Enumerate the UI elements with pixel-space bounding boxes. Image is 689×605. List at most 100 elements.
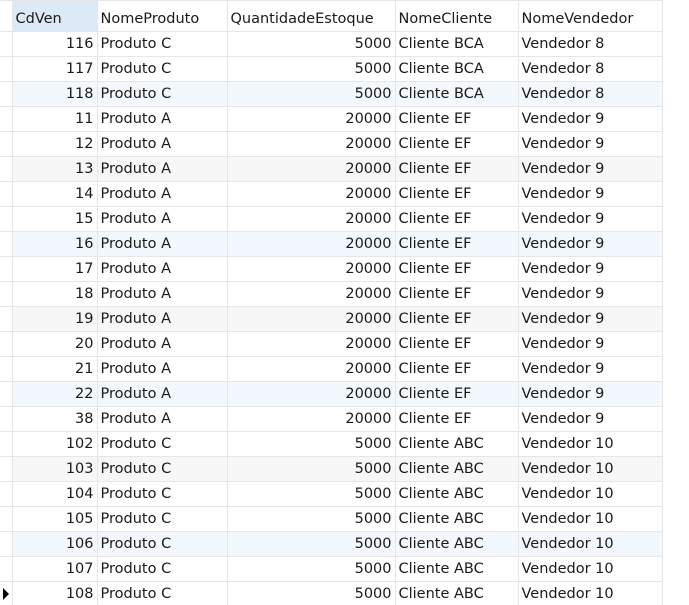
cell-nomevendedor[interactable]: Vendedor 8 xyxy=(517,81,663,107)
cell-nomecliente[interactable]: Cliente BCA xyxy=(394,81,519,107)
cell-quantidadeestoque[interactable]: 5000 xyxy=(226,56,396,82)
row-selector[interactable] xyxy=(0,531,13,557)
row-selector[interactable] xyxy=(0,106,13,132)
cell-cdven[interactable]: 17 xyxy=(11,256,98,282)
table-row[interactable]: 21 Produto A 20000 Cliente EF Vendedor 9 xyxy=(0,356,663,382)
cell-nomeproduto[interactable]: Produto C xyxy=(96,56,228,82)
cell-nomevendedor[interactable]: Vendedor 9 xyxy=(517,206,663,232)
cell-nomeproduto[interactable]: Produto A xyxy=(96,181,228,207)
cell-nomevendedor[interactable]: Vendedor 9 xyxy=(517,256,663,282)
row-selector[interactable] xyxy=(0,131,13,157)
cell-cdven[interactable]: 105 xyxy=(11,506,98,532)
cell-nomecliente[interactable]: Cliente EF xyxy=(394,306,519,332)
cell-nomevendedor[interactable]: Vendedor 10 xyxy=(517,506,663,532)
cell-cdven[interactable]: 108 xyxy=(11,581,98,605)
cell-nomeproduto[interactable]: Produto C xyxy=(96,531,228,557)
row-selector[interactable] xyxy=(0,456,13,482)
column-header-nomecliente[interactable]: NomeCliente xyxy=(394,0,519,32)
row-selector[interactable] xyxy=(0,556,13,582)
cell-quantidadeestoque[interactable]: 5000 xyxy=(226,531,396,557)
cell-quantidadeestoque[interactable]: 20000 xyxy=(226,406,396,432)
table-row[interactable]: 117 Produto C 5000 Cliente BCA Vendedor 8 xyxy=(0,56,663,82)
cell-quantidadeestoque[interactable]: 5000 xyxy=(226,481,396,507)
table-row[interactable]: 20 Produto A 20000 Cliente EF Vendedor 9 xyxy=(0,331,663,357)
cell-nomecliente[interactable]: Cliente EF xyxy=(394,331,519,357)
cell-nomecliente[interactable]: Cliente ABC xyxy=(394,506,519,532)
table-row[interactable]: 22 Produto A 20000 Cliente EF Vendedor 9 xyxy=(0,381,663,407)
cell-nomeproduto[interactable]: Produto C xyxy=(96,456,228,482)
cell-nomeproduto[interactable]: Produto A xyxy=(96,281,228,307)
cell-nomecliente[interactable]: Cliente EF xyxy=(394,356,519,382)
cell-nomecliente[interactable]: Cliente ABC xyxy=(394,481,519,507)
cell-nomecliente[interactable]: Cliente ABC xyxy=(394,431,519,457)
cell-cdven[interactable]: 11 xyxy=(11,106,98,132)
cell-nomecliente[interactable]: Cliente EF xyxy=(394,206,519,232)
row-selector[interactable] xyxy=(0,56,13,82)
cell-nomevendedor[interactable]: Vendedor 10 xyxy=(517,481,663,507)
column-header-nomevendedor[interactable]: NomeVendedor xyxy=(517,0,663,32)
cell-quantidadeestoque[interactable]: 20000 xyxy=(226,231,396,257)
table-row[interactable]: 102 Produto C 5000 Cliente ABC Vendedor 10 xyxy=(0,431,663,457)
table-row[interactable]: 103 Produto C 5000 Cliente ABC Vendedor 10 xyxy=(0,456,663,482)
cell-nomeproduto[interactable]: Produto A xyxy=(96,256,228,282)
cell-quantidadeestoque[interactable]: 5000 xyxy=(226,456,396,482)
table-row[interactable]: 12 Produto A 20000 Cliente EF Vendedor 9 xyxy=(0,131,663,157)
cell-nomeproduto[interactable]: Produto A xyxy=(96,156,228,182)
cell-nomevendedor[interactable]: Vendedor 9 xyxy=(517,156,663,182)
cell-nomevendedor[interactable]: Vendedor 10 xyxy=(517,456,663,482)
cell-nomeproduto[interactable]: Produto C xyxy=(96,431,228,457)
cell-nomecliente[interactable]: Cliente EF xyxy=(394,406,519,432)
cell-nomecliente[interactable]: Cliente BCA xyxy=(394,56,519,82)
cell-quantidadeestoque[interactable]: 5000 xyxy=(226,581,396,605)
cell-nomecliente[interactable]: Cliente EF xyxy=(394,131,519,157)
cell-nomevendedor[interactable]: Vendedor 9 xyxy=(517,406,663,432)
table-row[interactable]: 17 Produto A 20000 Cliente EF Vendedor 9 xyxy=(0,256,663,282)
cell-cdven[interactable]: 117 xyxy=(11,56,98,82)
cell-quantidadeestoque[interactable]: 20000 xyxy=(226,131,396,157)
cell-cdven[interactable]: 14 xyxy=(11,181,98,207)
cell-nomeproduto[interactable]: Produto A xyxy=(96,106,228,132)
cell-nomeproduto[interactable]: Produto C xyxy=(96,81,228,107)
cell-quantidadeestoque[interactable]: 20000 xyxy=(226,356,396,382)
cell-nomecliente[interactable]: Cliente EF xyxy=(394,256,519,282)
cell-nomecliente[interactable]: Cliente ABC xyxy=(394,556,519,582)
table-row[interactable]: 16 Produto A 20000 Cliente EF Vendedor 9 xyxy=(0,231,663,257)
table-row[interactable]: 19 Produto A 20000 Cliente EF Vendedor 9 xyxy=(0,306,663,332)
cell-nomevendedor[interactable]: Vendedor 10 xyxy=(517,556,663,582)
cell-nomeproduto[interactable]: Produto C xyxy=(96,506,228,532)
cell-quantidadeestoque[interactable]: 20000 xyxy=(226,281,396,307)
cell-nomecliente[interactable]: Cliente EF xyxy=(394,231,519,257)
cell-nomecliente[interactable]: Cliente EF xyxy=(394,181,519,207)
cell-quantidadeestoque[interactable]: 5000 xyxy=(226,81,396,107)
cell-cdven[interactable]: 38 xyxy=(11,406,98,432)
cell-cdven[interactable]: 15 xyxy=(11,206,98,232)
row-selector[interactable] xyxy=(0,156,13,182)
cell-cdven[interactable]: 107 xyxy=(11,556,98,582)
table-row[interactable]: 108 Produto C 5000 Cliente ABC Vendedor 10 xyxy=(0,581,663,605)
cell-nomecliente[interactable]: Cliente EF xyxy=(394,381,519,407)
row-selector[interactable] xyxy=(0,481,13,507)
cell-nomevendedor[interactable]: Vendedor 9 xyxy=(517,106,663,132)
cell-quantidadeestoque[interactable]: 5000 xyxy=(226,31,396,57)
row-selector[interactable] xyxy=(0,256,13,282)
cell-quantidadeestoque[interactable]: 20000 xyxy=(226,306,396,332)
result-grid[interactable]: CdVen NomeProduto QuantidadeEstoque Nome… xyxy=(0,0,689,605)
cell-nomeproduto[interactable]: Produto A xyxy=(96,406,228,432)
cell-nomevendedor[interactable]: Vendedor 9 xyxy=(517,356,663,382)
cell-quantidadeestoque[interactable]: 5000 xyxy=(226,506,396,532)
row-selector[interactable] xyxy=(0,581,13,605)
row-selector[interactable] xyxy=(0,406,13,432)
cell-cdven[interactable]: 18 xyxy=(11,281,98,307)
cell-cdven[interactable]: 13 xyxy=(11,156,98,182)
cell-nomeproduto[interactable]: Produto A xyxy=(96,356,228,382)
table-row[interactable]: 107 Produto C 5000 Cliente ABC Vendedor 10 xyxy=(0,556,663,582)
cell-nomeproduto[interactable]: Produto C xyxy=(96,581,228,605)
cell-nomevendedor[interactable]: Vendedor 10 xyxy=(517,531,663,557)
cell-nomecliente[interactable]: Cliente ABC xyxy=(394,456,519,482)
cell-nomecliente[interactable]: Cliente BCA xyxy=(394,31,519,57)
cell-quantidadeestoque[interactable]: 5000 xyxy=(226,431,396,457)
cell-cdven[interactable]: 102 xyxy=(11,431,98,457)
cell-nomeproduto[interactable]: Produto A xyxy=(96,131,228,157)
row-selector[interactable] xyxy=(0,206,13,232)
table-row[interactable]: 18 Produto A 20000 Cliente EF Vendedor 9 xyxy=(0,281,663,307)
